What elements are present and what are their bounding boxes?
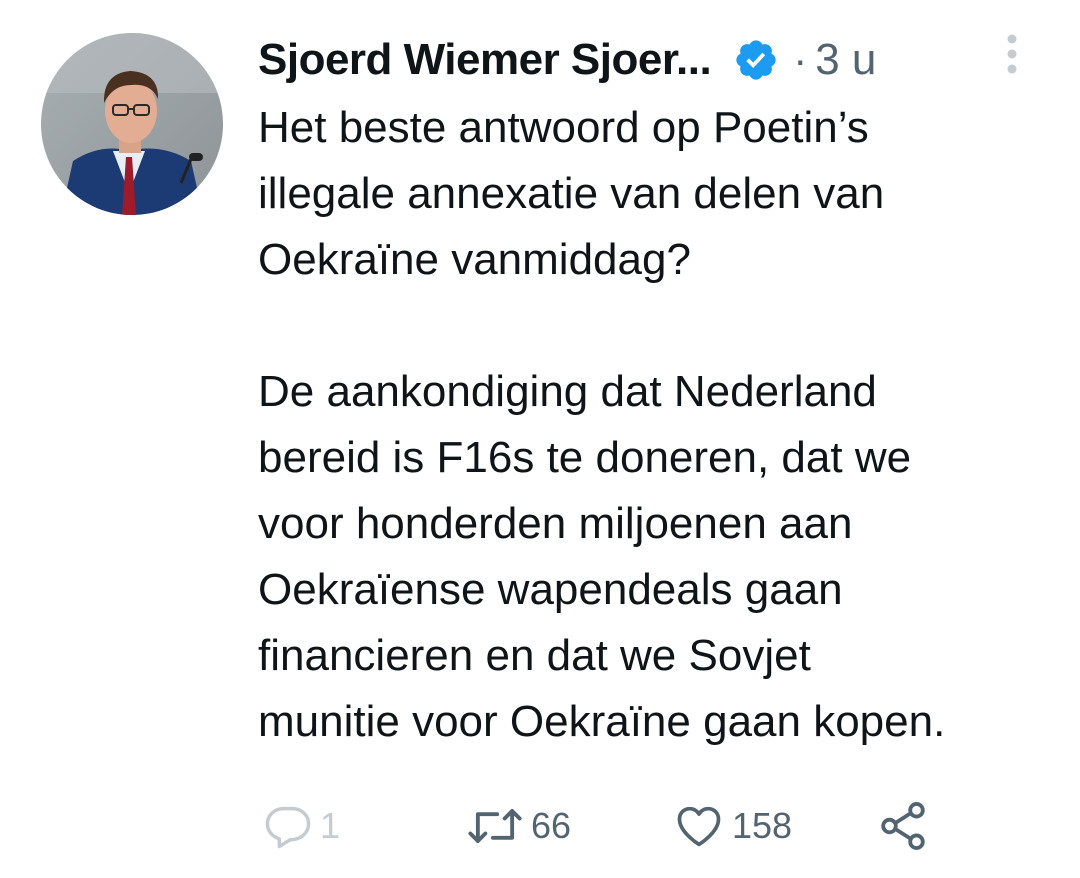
tweet-header: Sjoerd Wiemer Sjoer... · 3 u — [258, 30, 1050, 90]
tweet-actions: 1 66 158 — [0, 796, 1080, 856]
more-vertical-icon[interactable] — [1000, 31, 1024, 77]
verified-badge-icon — [733, 37, 779, 83]
avatar-photo — [41, 33, 223, 215]
retweet-icon — [465, 800, 525, 852]
retweet-button[interactable]: 66 — [465, 796, 571, 856]
timestamp[interactable]: 3 u — [815, 35, 876, 85]
retweet-count: 66 — [531, 805, 572, 846]
separator-dot: · — [793, 36, 808, 83]
share-button[interactable] — [876, 796, 930, 856]
like-count: 158 — [732, 805, 793, 846]
author-name[interactable]: Sjoerd Wiemer Sjoer... — [258, 35, 712, 85]
tweet-text: Het beste antwoord op Poetin’s illegale … — [258, 103, 946, 746]
avatar[interactable] — [41, 33, 223, 215]
like-button[interactable]: 158 — [672, 796, 792, 856]
heart-icon — [672, 800, 726, 852]
reply-count: 1 — [320, 805, 341, 846]
share-icon — [876, 799, 930, 853]
reply-button[interactable]: 1 — [262, 796, 340, 856]
reply-bubble-icon — [262, 800, 314, 852]
